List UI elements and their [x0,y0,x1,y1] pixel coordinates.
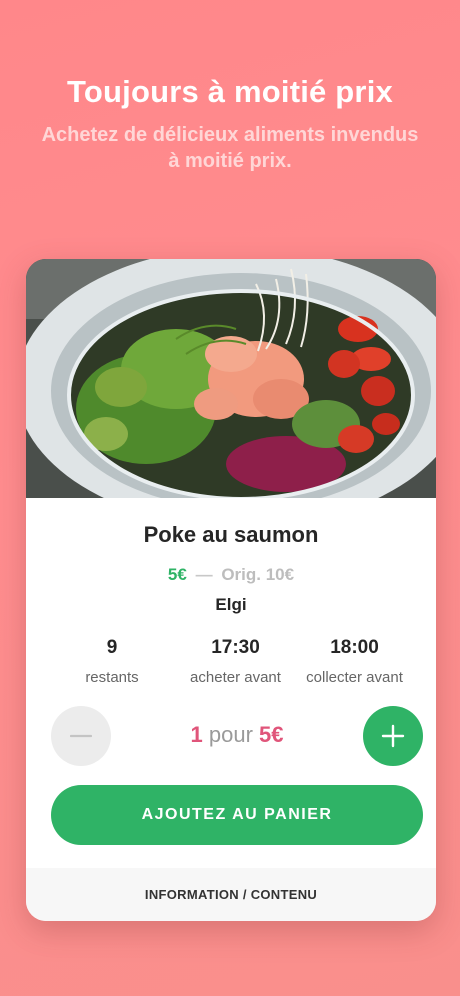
stat-buy-before: 17:30 acheter avant [190,637,281,686]
stat-value: 9 [106,637,118,658]
price-line: 5€ — Orig. 10€ [26,565,436,585]
minus-icon [70,734,92,738]
product-name: Poke au saumon [143,522,319,547]
information-content-link[interactable]: INFORMATION / CONTENU [26,868,436,921]
subheadline: Achetez de délicieux aliments invendus à… [41,124,419,172]
discounted-price: 5€ [167,565,187,584]
quantity-count: 1 [190,722,203,747]
quantity-selector: 1 pour 5€ [51,706,423,766]
poke-bowl-photo [26,259,436,498]
stat-value: 17:30 [211,637,260,658]
quantity-total: 5€ [259,722,284,747]
quantity-summary: 1 pour 5€ [111,722,363,748]
store-name: Elgi [215,595,247,614]
original-price: Orig. 10€ [221,565,295,584]
headline: Toujours à moitié prix [67,74,393,109]
stat-label: collecter avant [306,669,403,686]
stat-value: 18:00 [330,637,379,658]
add-to-cart-button[interactable]: AJOUTEZ AU PANIER [51,785,423,845]
plus-icon [381,724,405,748]
price-separator: — [195,565,213,584]
product-card: Poke au saumon 5€ — Orig. 10€ Elgi 9 res… [26,259,436,921]
stats-row: 9 restants 17:30 acheter avant 18:00 col… [26,637,436,686]
product-photo [26,259,436,498]
quantity-word: pour [208,722,253,747]
decrease-quantity-button[interactable] [51,706,111,766]
increase-quantity-button[interactable] [363,706,423,766]
stat-collect-before: 18:00 collecter avant [273,637,436,686]
